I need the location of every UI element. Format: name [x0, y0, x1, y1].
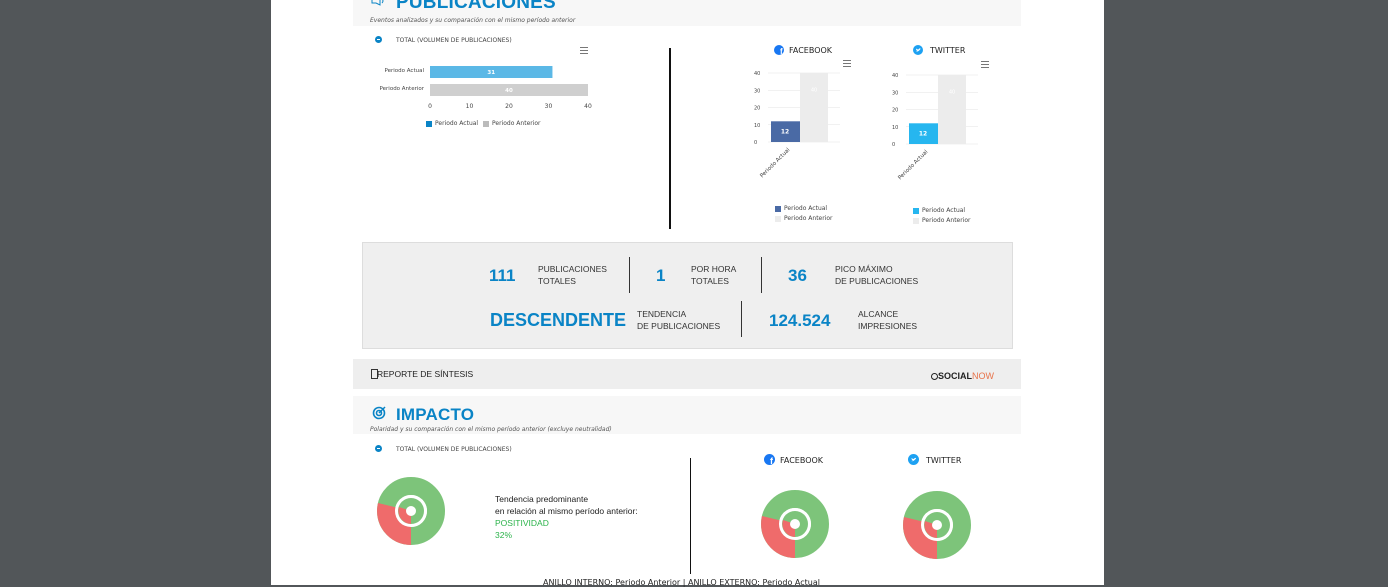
- impacto-twitter-label: TWITTER: [926, 456, 962, 465]
- bar-category-label: Periodo Actual: [385, 68, 425, 74]
- facebook-bar-chart: 0 10 20 30 40 40 12 Periodo Actual: [754, 71, 840, 180]
- legend-swatch-actual: [775, 205, 781, 212]
- facebook-legend: Periodo Actual Periodo Anterior: [775, 204, 833, 224]
- legend-swatch-anterior: [483, 120, 490, 127]
- x-tick-label: 30: [545, 103, 553, 110]
- total-label: TOTAL (VOLUMEN DE PUBLICACIONES): [396, 37, 512, 44]
- impacto-divider: [690, 458, 691, 574]
- y-tick-label: 30: [892, 90, 898, 96]
- bar-data-label: 40: [505, 88, 513, 94]
- publicaciones-totales-value: 111: [489, 266, 516, 285]
- y-tick-label: 10: [754, 123, 760, 129]
- twitter-polarity-ring-chart: [903, 491, 971, 559]
- impacto-total-label: TOTAL (VOLUMEN DE PUBLICACIONES): [396, 446, 512, 453]
- twitter-label: TWITTER: [930, 46, 966, 55]
- stat-divider: [761, 257, 762, 293]
- collapse-icon[interactable]: [375, 445, 382, 452]
- report-page: PUBLICACIONES Eventos analizados y su co…: [353, 0, 1021, 587]
- por-hora-label: POR HORA TOTALES: [691, 264, 737, 286]
- facebook-polarity-ring-chart: [761, 490, 829, 558]
- impacto-header: IMPACTO Polaridad y su comparación con e…: [353, 396, 1021, 434]
- twitter-icon: [908, 454, 919, 465]
- x-tick-label: 0: [428, 103, 432, 110]
- y-tick-label: 20: [754, 106, 760, 112]
- svg-text:f: f: [780, 47, 783, 55]
- chart-menu-icon[interactable]: [580, 47, 588, 54]
- logo-ring-icon: [931, 373, 938, 380]
- total-polarity-ring-chart: [377, 477, 445, 545]
- y-tick-label: 40: [892, 73, 898, 79]
- impacto-facebook-label: FACEBOOK: [780, 456, 824, 465]
- legend-swatch-actual: [913, 207, 919, 214]
- stat-divider: [741, 301, 742, 337]
- alcance-value: 124.524: [769, 311, 831, 330]
- page-sheet: PUBLICACIONES Eventos analizados y su co…: [271, 0, 1104, 587]
- facebook-icon: f: [774, 45, 784, 55]
- y-tick-label: 0: [892, 142, 895, 148]
- facebook-icon: f: [764, 454, 775, 465]
- tendencia-label: TENDENCIA DE PUBLICACIONES: [637, 309, 721, 331]
- bar-anterior: [938, 75, 966, 144]
- bar-data-label: 12: [781, 129, 789, 136]
- publicaciones-subtitle: Eventos analizados y su comparación con …: [370, 17, 576, 24]
- x-category-label: Periodo Actual: [759, 147, 792, 180]
- y-tick-label: 40: [754, 71, 760, 77]
- twitter-bar-chart: 0 10 20 30 40 40 12 Periodo Actual: [892, 73, 978, 182]
- por-hora-value: 1: [656, 266, 666, 285]
- facebook-label: FACEBOOK: [789, 46, 833, 55]
- y-tick-label: 0: [754, 140, 757, 146]
- ring-caption: ANILLO INTERNO: Periodo Anterior | ANILL…: [543, 578, 820, 587]
- report-label: REPORTE DE SÍNTESIS: [377, 369, 474, 379]
- publicaciones-title: PUBLICACIONES: [396, 0, 556, 13]
- bar-data-label: 40: [949, 90, 955, 96]
- trend-text: Tendencia predominante en relación al mi…: [495, 494, 638, 540]
- x-tick-label: 40: [584, 103, 592, 110]
- report-footer: REPORTE DE SÍNTESIS SOCIALNOW: [353, 359, 1021, 389]
- pico-value: 36: [788, 266, 807, 285]
- stat-divider: [629, 257, 630, 293]
- impacto-subtitle: Polaridad y su comparación con el mismo …: [370, 426, 612, 433]
- target-icon: [372, 406, 386, 420]
- socialnow-logo: SOCIALNOW: [931, 371, 994, 381]
- bar-data-label: 31: [487, 70, 495, 76]
- y-tick-label: 30: [754, 88, 760, 94]
- publicaciones-totales-label: PUBLICACIONES TOTALES: [538, 264, 607, 286]
- y-tick-label: 20: [892, 108, 898, 114]
- bar-data-label: 12: [919, 131, 927, 138]
- legend-swatch-anterior: [775, 215, 781, 222]
- bar-anterior: [800, 73, 828, 142]
- section-divider: [669, 48, 671, 229]
- twitter-legend: Periodo Actual Periodo Anterior: [913, 206, 971, 226]
- publicaciones-header: PUBLICACIONES Eventos analizados y su co…: [353, 0, 1021, 26]
- hbar-legend: Periodo Actual Periodo Anterior: [426, 120, 541, 127]
- twitter-icon: [913, 45, 923, 55]
- megaphone-icon: [371, 0, 384, 6]
- x-tick-label: 10: [466, 103, 474, 110]
- legend-swatch-anterior: [913, 217, 919, 224]
- impacto-title: IMPACTO: [396, 405, 475, 424]
- legend-swatch-actual: [426, 120, 432, 127]
- pico-label: PICO MÁXIMO DE PUBLICACIONES: [835, 264, 919, 286]
- bar-data-label: 40: [811, 88, 817, 94]
- x-tick-label: 20: [505, 103, 513, 110]
- tendencia-value: DESCENDENTE: [490, 310, 627, 330]
- alcance-label: ALCANCE IMPRESIONES: [858, 309, 918, 331]
- bar-category-label: Periodo Anterior: [380, 86, 425, 92]
- stats-panel: 111 PUBLICACIONES TOTALES 1 POR HORA TOTAL…: [362, 242, 1013, 349]
- collapse-icon[interactable]: [375, 36, 382, 43]
- y-tick-label: 10: [892, 125, 898, 131]
- x-category-label: Periodo Actual: [897, 149, 930, 182]
